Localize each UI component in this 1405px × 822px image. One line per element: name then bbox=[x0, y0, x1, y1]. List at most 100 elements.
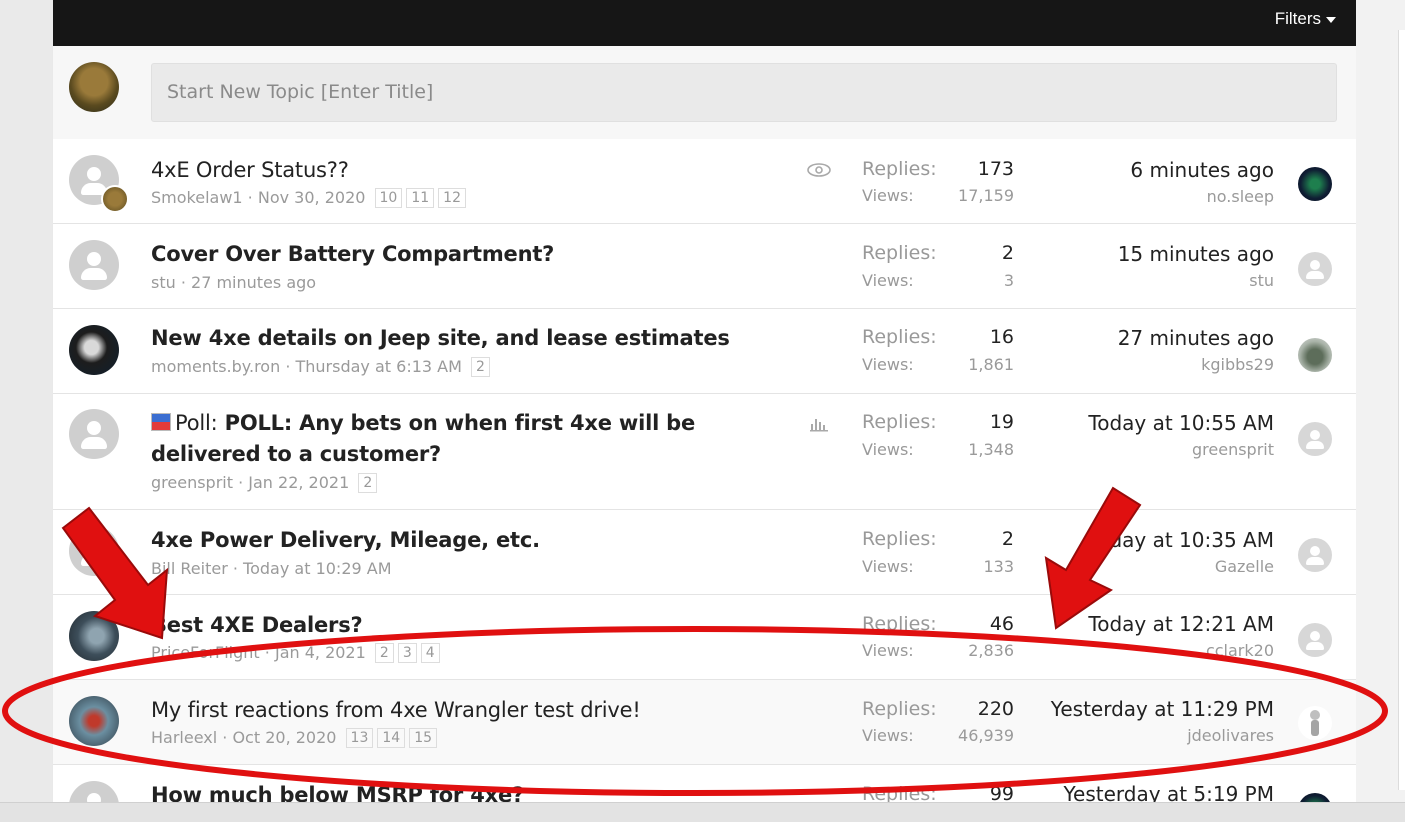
page-link[interactable]: 13 bbox=[345, 728, 374, 748]
last-post-user[interactable]: greensprit bbox=[1192, 440, 1274, 459]
views-label: Views: bbox=[862, 355, 914, 374]
thread-meta: moments.by.ron · Thursday at 6:13 AM 2 bbox=[151, 357, 490, 377]
author-avatar[interactable] bbox=[69, 526, 119, 576]
last-post-time[interactable]: 6 minutes ago bbox=[1130, 158, 1274, 182]
thread-date[interactable]: Jan 4, 2021 bbox=[275, 643, 366, 662]
page-link[interactable]: 11 bbox=[406, 188, 435, 208]
thread-author[interactable]: Smokelaw1 bbox=[151, 188, 243, 207]
thread-title[interactable]: New 4xe details on Jeep site, and lease … bbox=[151, 326, 730, 350]
thread-title-text[interactable]: POLL: Any bets on when first 4xe will be… bbox=[151, 411, 695, 466]
last-poster-mini-avatar[interactable] bbox=[101, 185, 129, 213]
last-poster-avatar[interactable] bbox=[1298, 422, 1332, 456]
thread-meta: Harleexl · Oct 20, 2020 13 14 15 bbox=[151, 728, 438, 748]
thread-row[interactable]: How much below MSRP for 4xe? Replies: 99… bbox=[53, 765, 1356, 806]
page-link[interactable]: 15 bbox=[409, 728, 438, 748]
page-link[interactable]: 2 bbox=[471, 357, 490, 377]
replies-label: Replies: bbox=[862, 158, 937, 180]
thread-author[interactable]: Harleexl bbox=[151, 728, 217, 747]
page-link[interactable]: 12 bbox=[438, 188, 466, 208]
thread-row[interactable]: Best 4XE Dealers? PriceForFlight · Jan 4… bbox=[53, 595, 1356, 680]
eye-icon bbox=[807, 163, 831, 177]
thread-date[interactable]: Nov 30, 2020 bbox=[258, 188, 366, 207]
views-count: 17,159 bbox=[958, 186, 1014, 205]
author-avatar[interactable] bbox=[69, 325, 119, 375]
thread-date[interactable]: Thursday at 6:13 AM bbox=[296, 357, 462, 376]
thread-row[interactable]: Cover Over Battery Compartment? stu · 27… bbox=[53, 224, 1356, 309]
page-link[interactable]: 4 bbox=[420, 643, 440, 663]
last-poster-avatar[interactable] bbox=[1298, 706, 1332, 740]
author-avatar[interactable] bbox=[69, 696, 119, 746]
last-post-time[interactable]: Today at 10:55 AM bbox=[1088, 411, 1274, 435]
caret-down-icon bbox=[1326, 16, 1336, 23]
views-label: Views: bbox=[862, 271, 914, 290]
poll-prefix-label[interactable]: Poll: bbox=[175, 411, 218, 435]
last-poster-avatar[interactable] bbox=[1298, 252, 1332, 286]
last-post-time[interactable]: Today at 10:35 AM bbox=[1088, 528, 1274, 552]
thread-author[interactable]: stu bbox=[151, 273, 176, 292]
last-post-user[interactable]: Gazelle bbox=[1215, 557, 1274, 576]
thread-title[interactable]: 4xe Power Delivery, Mileage, etc. bbox=[151, 528, 540, 552]
thread-row[interactable]: 4xe Power Delivery, Mileage, etc. Bill R… bbox=[53, 510, 1356, 595]
last-post-user[interactable]: stu bbox=[1249, 271, 1274, 290]
views-count: 1,861 bbox=[968, 355, 1014, 374]
thread-date[interactable]: 27 minutes ago bbox=[191, 273, 316, 292]
replies-label: Replies: bbox=[862, 613, 937, 635]
last-post-user[interactable]: cclark20 bbox=[1206, 641, 1274, 660]
page-link[interactable]: 10 bbox=[374, 188, 403, 208]
forum-header-bar: Filters bbox=[53, 0, 1356, 46]
replies-label: Replies: bbox=[862, 326, 937, 348]
last-post-time[interactable]: 15 minutes ago bbox=[1118, 242, 1274, 266]
thread-title[interactable]: Poll: POLL: Any bets on when first 4xe w… bbox=[151, 408, 811, 470]
last-poster-avatar[interactable] bbox=[1298, 623, 1332, 657]
page-link[interactable]: 2 bbox=[358, 473, 378, 493]
replies-count: 173 bbox=[977, 158, 1014, 180]
thread-date[interactable]: Oct 20, 2020 bbox=[232, 728, 336, 747]
thread-title[interactable]: Best 4XE Dealers? bbox=[151, 613, 363, 637]
thread-date[interactable]: Jan 22, 2021 bbox=[248, 473, 349, 492]
last-poster-avatar[interactable] bbox=[1298, 167, 1332, 201]
thread-date[interactable]: Today at 10:29 AM bbox=[243, 559, 391, 578]
thread-author[interactable]: moments.by.ron bbox=[151, 357, 280, 376]
views-label: Views: bbox=[862, 641, 914, 660]
replies-label: Replies: bbox=[862, 698, 937, 720]
bottom-scroll-area bbox=[0, 802, 1405, 822]
poll-chart-icon bbox=[810, 419, 828, 432]
last-poster-avatar[interactable] bbox=[1298, 338, 1332, 372]
last-post-time[interactable]: Yesterday at 11:29 PM bbox=[1051, 697, 1274, 721]
thread-row[interactable]: New 4xe details on Jeep site, and lease … bbox=[53, 309, 1356, 394]
last-poster-avatar[interactable] bbox=[1298, 538, 1332, 572]
author-avatar[interactable] bbox=[69, 611, 119, 661]
page-link[interactable]: 2 bbox=[374, 643, 394, 663]
author-avatar[interactable] bbox=[69, 409, 119, 459]
thread-author[interactable]: PriceForFlight bbox=[151, 643, 260, 662]
thread-title[interactable]: 4xE Order Status?? bbox=[151, 158, 349, 182]
filters-dropdown[interactable]: Filters bbox=[1275, 9, 1336, 29]
replies-label: Replies: bbox=[862, 528, 937, 550]
last-post-time[interactable]: 27 minutes ago bbox=[1118, 326, 1274, 350]
last-post-user[interactable]: no.sleep bbox=[1207, 187, 1274, 206]
new-topic-title-input[interactable]: Start New Topic [Enter Title] bbox=[151, 63, 1337, 122]
thread-title[interactable]: My first reactions from 4xe Wrangler tes… bbox=[151, 698, 641, 722]
thread-row[interactable]: Poll: POLL: Any bets on when first 4xe w… bbox=[53, 394, 1356, 510]
new-topic-bar: Start New Topic [Enter Title] bbox=[53, 46, 1356, 140]
last-post-user[interactable]: kgibbs29 bbox=[1201, 355, 1274, 374]
last-post-time[interactable]: Today at 12:21 AM bbox=[1088, 612, 1274, 636]
thread-list: Start New Topic [Enter Title] 4xE Order … bbox=[53, 46, 1356, 806]
views-count: 133 bbox=[983, 557, 1014, 576]
replies-count: 19 bbox=[989, 411, 1014, 433]
thread-row[interactable]: 4xE Order Status?? Smokelaw1 · Nov 30, 2… bbox=[53, 139, 1356, 224]
page-link[interactable]: 14 bbox=[377, 728, 406, 748]
replies-count: 46 bbox=[989, 613, 1014, 635]
thread-meta: greensprit · Jan 22, 2021 2 bbox=[151, 473, 378, 493]
page-link[interactable]: 3 bbox=[397, 643, 417, 663]
filters-label: Filters bbox=[1274, 9, 1321, 28]
thread-title[interactable]: Cover Over Battery Compartment? bbox=[151, 242, 554, 266]
last-post-user[interactable]: jdeolivares bbox=[1187, 726, 1274, 745]
thread-author[interactable]: greensprit bbox=[151, 473, 233, 492]
views-count: 46,939 bbox=[958, 726, 1014, 745]
author-avatar[interactable] bbox=[69, 240, 119, 290]
replies-count: 16 bbox=[989, 326, 1014, 348]
thread-row[interactable]: My first reactions from 4xe Wrangler tes… bbox=[53, 680, 1356, 765]
thread-author[interactable]: Bill Reiter bbox=[151, 559, 228, 578]
current-user-avatar[interactable] bbox=[69, 62, 119, 112]
